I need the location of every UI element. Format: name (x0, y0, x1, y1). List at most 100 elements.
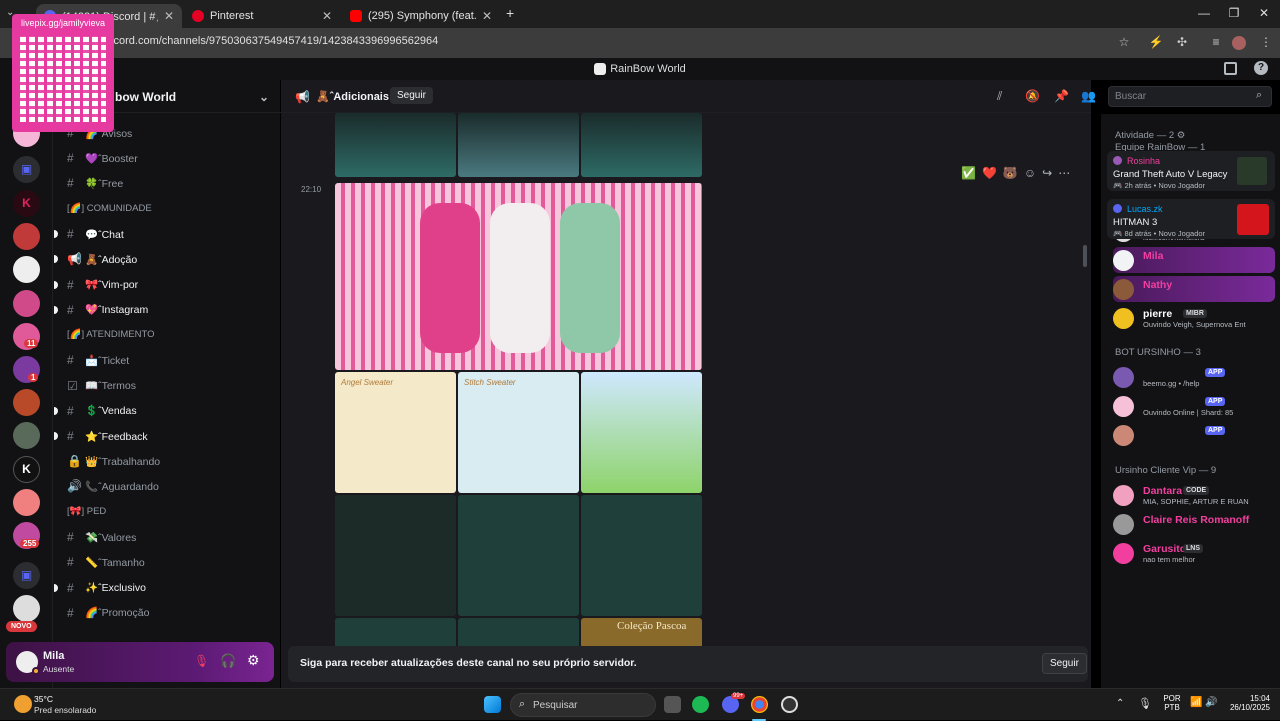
message-image[interactable]: Stitch Sweater (458, 372, 579, 493)
url-field[interactable]: scord.com/channels/975030637549457419/14… (108, 35, 438, 47)
message-image[interactable] (581, 113, 702, 177)
member-item[interactable]: APP (1113, 422, 1275, 448)
tab-youtube[interactable]: (295) Symphony (feat. Zara Larsson) ✕ (342, 4, 500, 28)
wifi-icon[interactable]: 📶 (1190, 697, 1202, 708)
channel-item[interactable]: # ⭐ˆFeedback (54, 427, 148, 445)
message-image-main[interactable] (335, 183, 702, 370)
settings-gear-icon[interactable]: ⚙ (247, 652, 260, 669)
clock[interactable]: 15:04 26/10/2025 (1222, 694, 1270, 712)
more-icon[interactable]: ⋯ (1058, 166, 1070, 180)
channel-item[interactable]: 📢 🧸ˆAdoção (54, 250, 137, 268)
windows-start-icon[interactable] (484, 696, 501, 713)
folder-icon[interactable]: ▣ (13, 156, 40, 183)
channel-category[interactable]: [🎀] PED (67, 506, 106, 517)
channel-item[interactable]: # 💲ˆVendas (54, 402, 137, 420)
channel-item[interactable]: # ✨ˆExclusivo (54, 579, 146, 597)
help-icon[interactable]: ? (1254, 61, 1268, 75)
message-image[interactable] (335, 618, 456, 648)
headphones-icon[interactable]: 🎧 (220, 653, 236, 669)
bear-reaction-icon[interactable]: 🐻 (1003, 166, 1018, 180)
task-view-icon[interactable] (664, 696, 681, 713)
language-indicator[interactable]: POR PTB (1160, 694, 1184, 712)
inbox-icon[interactable] (1224, 62, 1237, 75)
bookmark-star-icon[interactable]: ☆ (1116, 35, 1132, 49)
message-image[interactable] (335, 113, 456, 177)
channel-item[interactable]: 🔒 👑ˆTrabalhando (67, 452, 160, 470)
chrome-icon[interactable] (751, 696, 768, 713)
activity-card[interactable]: Lucas.zk HITMAN 3 🎮 8d atrás • Novo Joga… (1107, 199, 1275, 239)
extension-icon[interactable]: ⚡ (1148, 35, 1164, 49)
channel-item[interactable]: # 💸ˆValores (67, 528, 136, 546)
tray-chevron-icon[interactable]: ⌃ (1116, 698, 1124, 709)
search-input[interactable]: Buscar (1108, 86, 1272, 107)
scrollbar[interactable] (1083, 245, 1087, 267)
channel-item[interactable]: ☑ 📖ˆTermos (67, 377, 136, 395)
follow-bar-button[interactable]: Seguir (1042, 653, 1087, 674)
channel-item[interactable]: # 💖ˆInstagram (54, 301, 148, 319)
message-image[interactable] (458, 113, 579, 177)
pin-icon[interactable]: 📌 (1054, 89, 1069, 103)
channel-item[interactable]: # 📏ˆTamanho (67, 553, 145, 571)
add-reaction-icon[interactable]: ☺ (1024, 166, 1036, 180)
channel-item[interactable]: # 🍀ˆFree (67, 174, 123, 192)
channel-item[interactable]: # 🎀ˆVim-por (54, 276, 138, 294)
channel-item[interactable]: # 📩ˆTicket (67, 351, 129, 369)
notification-off-icon[interactable]: 🔕 (1025, 89, 1040, 103)
profile-avatar[interactable] (1232, 36, 1246, 50)
channel-category[interactable]: [🌈] ATENDIMENTO (67, 329, 155, 340)
server-icon[interactable] (13, 256, 40, 283)
message-image[interactable]: Coleção Pascoa (581, 618, 702, 648)
puzzle-icon[interactable]: ✣ (1174, 35, 1190, 49)
spotify-icon[interactable] (692, 696, 709, 713)
channel-item[interactable]: # 🌈ˆPromoção (67, 604, 149, 622)
message-image[interactable] (458, 618, 579, 648)
member-item[interactable]: Garusito LNS nao tem melhor (1113, 540, 1275, 566)
tab-pinterest[interactable]: Pinterest ✕ (184, 4, 340, 28)
close-window-icon[interactable]: ✕ (1254, 6, 1274, 20)
media-icon[interactable]: ≡ (1208, 35, 1224, 49)
message-image[interactable]: Angel Sweater (335, 372, 456, 493)
member-item[interactable]: APP Ouvindo Online | Shard: 85 (1113, 393, 1275, 419)
follow-button[interactable]: Seguir (390, 87, 433, 104)
weather-icon[interactable] (14, 695, 32, 713)
member-item[interactable]: Claire Reis Romanoff (1113, 511, 1275, 537)
server-icon[interactable]: K (13, 456, 40, 483)
message-image[interactable] (581, 495, 702, 616)
server-icon[interactable] (13, 489, 40, 516)
close-icon[interactable]: ✕ (482, 9, 492, 23)
message-image[interactable] (581, 372, 702, 493)
new-tab-button[interactable]: + (506, 5, 514, 21)
activity-card[interactable]: Rosinha Grand Theft Auto V Legacy 🎮 2h a… (1107, 151, 1275, 191)
channel-item[interactable]: 🔊 📞ˆAguardando (67, 477, 159, 495)
app-icon[interactable] (781, 696, 798, 713)
member-item[interactable]: pierre MIBR Ouvindo Veigh, Supernova Ent (1113, 305, 1275, 331)
forward-icon[interactable]: ↪ (1042, 166, 1052, 180)
taskbar-search[interactable]: ⌕ Pesquisar (510, 693, 656, 717)
menu-icon[interactable]: ⋮ (1258, 35, 1274, 49)
heart-reaction-icon[interactable]: ❤️ (982, 166, 997, 180)
channel-category[interactable]: [🌈] COMUNIDADE (67, 203, 152, 214)
server-icon[interactable] (13, 389, 40, 416)
channel-item[interactable]: # 💜ˆBooster (67, 149, 138, 167)
member-item[interactable]: Nathy (1113, 276, 1275, 302)
server-icon[interactable] (13, 422, 40, 449)
member-list-icon[interactable]: 👥 (1081, 89, 1096, 103)
threads-icon[interactable]: ⫽ (997, 89, 1002, 104)
channel-item[interactable]: # 💬ˆChat (54, 225, 124, 243)
mute-icon[interactable]: 🎙 (194, 654, 209, 668)
close-icon[interactable]: ✕ (322, 9, 332, 23)
microphone-icon[interactable]: 🎙 (1138, 697, 1152, 710)
minimize-icon[interactable]: — (1194, 6, 1214, 20)
server-icon[interactable]: K (13, 190, 40, 217)
message-image[interactable] (335, 495, 456, 616)
member-item[interactable]: APP beemo.gg • /help (1113, 364, 1275, 390)
maximize-icon[interactable]: ❐ (1224, 6, 1244, 20)
close-icon[interactable]: ✕ (164, 9, 174, 23)
server-icon[interactable] (13, 595, 40, 622)
gear-icon[interactable]: ⚙ (1177, 130, 1186, 141)
folder-icon[interactable]: ▣ (13, 562, 40, 589)
check-reaction-icon[interactable]: ✅ (961, 166, 976, 180)
message-image[interactable] (458, 495, 579, 616)
volume-icon[interactable]: 🔊 (1205, 697, 1217, 708)
server-icon[interactable] (13, 223, 40, 250)
